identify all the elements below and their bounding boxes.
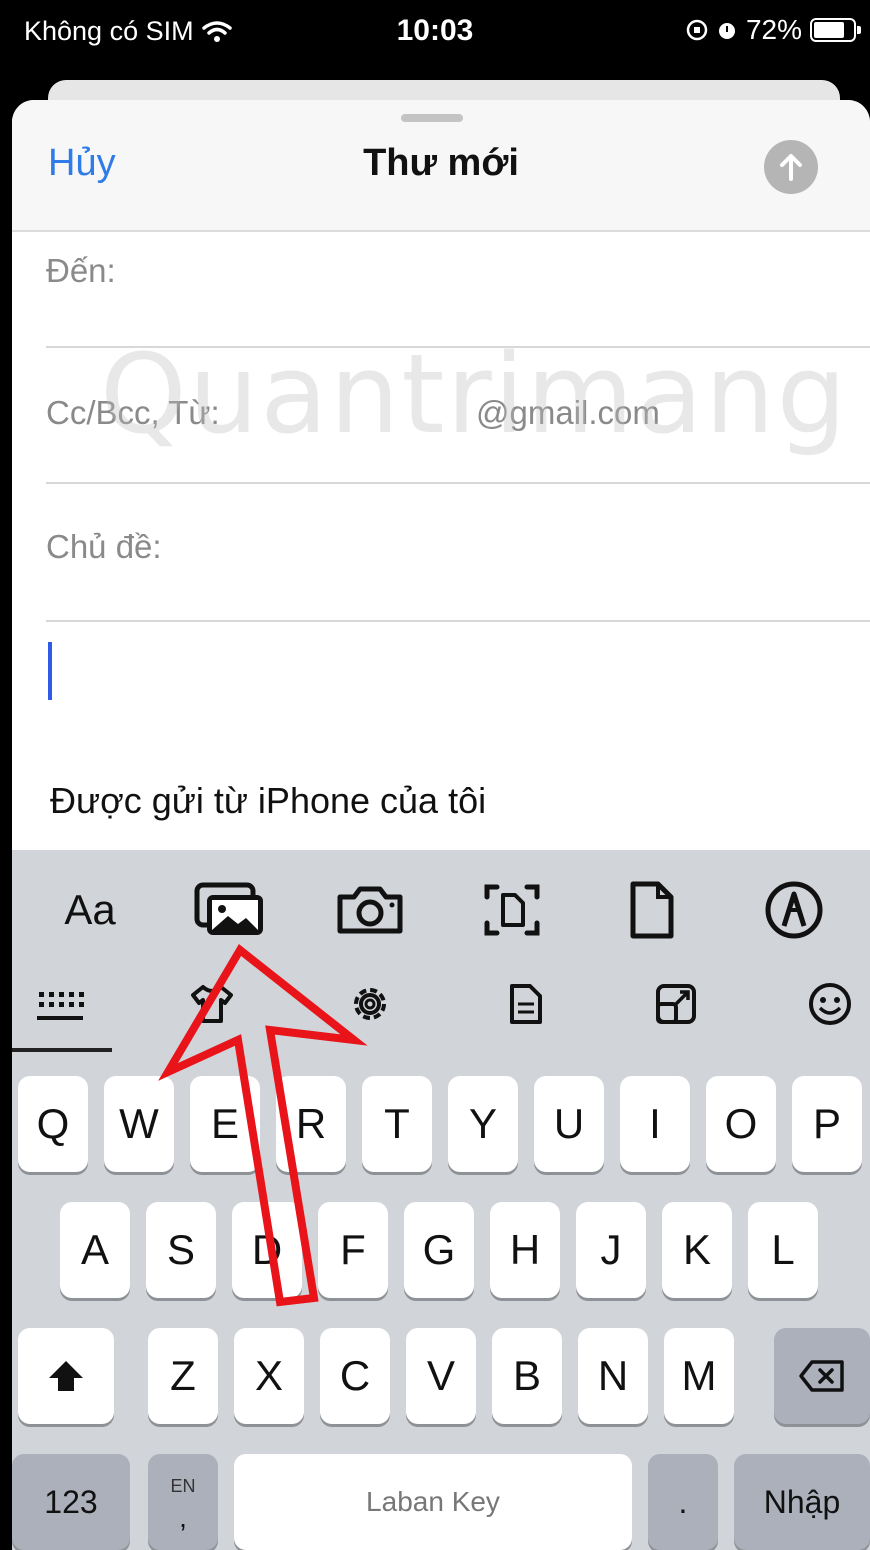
- to-field[interactable]: Đến:: [46, 232, 870, 348]
- page-title: Thư mới: [363, 142, 519, 184]
- markup-icon: [765, 881, 823, 939]
- key-w[interactable]: W: [104, 1076, 174, 1172]
- key-f[interactable]: F: [318, 1202, 388, 1298]
- emoji-icon: [809, 983, 851, 1025]
- status-bar: Không có SIM 10:03 72%: [0, 0, 870, 70]
- file-icon: [630, 881, 674, 939]
- send-button[interactable]: [764, 140, 818, 194]
- compose-header: Hủy Thư mới: [12, 100, 870, 232]
- numbers-key[interactable]: 123: [12, 1454, 130, 1550]
- key-d[interactable]: D: [232, 1202, 302, 1298]
- key-i[interactable]: I: [620, 1076, 690, 1172]
- emoji-tab[interactable]: [800, 974, 860, 1034]
- subject-field[interactable]: Chủ đề:: [46, 484, 870, 622]
- keyboard-area: Aa Q W E R T Y U I O P A S D F G H J K L…: [12, 850, 870, 1550]
- clipboard-tab[interactable]: [496, 974, 556, 1034]
- subject-label: Chủ đề:: [46, 528, 162, 565]
- message-body-signature[interactable]: Được gửi từ iPhone của tôi: [50, 780, 486, 822]
- key-t[interactable]: T: [362, 1076, 432, 1172]
- key-j[interactable]: J: [576, 1202, 646, 1298]
- to-label: Đến:: [46, 252, 116, 289]
- format-toolbar: Aa: [12, 850, 870, 965]
- space-label: Laban Key: [366, 1486, 500, 1517]
- key-h[interactable]: H: [490, 1202, 560, 1298]
- orientation-lock-icon: [686, 19, 708, 41]
- battery-icon: [810, 18, 861, 42]
- arrow-up-icon: [780, 154, 802, 181]
- key-x[interactable]: X: [234, 1328, 304, 1424]
- space-key[interactable]: Laban Key: [234, 1454, 632, 1550]
- backspace-icon: [799, 1360, 844, 1392]
- photo-library-icon: [194, 882, 263, 935]
- key-z[interactable]: Z: [148, 1328, 218, 1424]
- shift-key[interactable]: [18, 1328, 114, 1424]
- language-label: EN: [170, 1476, 196, 1496]
- theme-tab[interactable]: [182, 974, 242, 1034]
- key-b[interactable]: B: [492, 1328, 562, 1424]
- key-c[interactable]: C: [320, 1328, 390, 1424]
- text-format-button[interactable]: Aa: [50, 878, 130, 942]
- key-l[interactable]: L: [748, 1202, 818, 1298]
- from-address: @gmail.com: [476, 394, 660, 431]
- key-v[interactable]: V: [406, 1328, 476, 1424]
- cc-label: Cc/Bcc, Từ:: [46, 394, 220, 431]
- resize-icon: [656, 984, 696, 1024]
- text-cursor: [48, 642, 52, 700]
- markup-button[interactable]: [754, 878, 834, 942]
- return-key[interactable]: Nhập: [734, 1454, 870, 1550]
- settings-tab[interactable]: [340, 974, 400, 1034]
- period-key[interactable]: .: [648, 1454, 718, 1550]
- shirt-icon: [191, 985, 233, 1023]
- camera-icon: [337, 886, 403, 934]
- attach-file-button[interactable]: [612, 878, 692, 942]
- comma-key[interactable]: EN ,: [148, 1454, 218, 1550]
- key-k[interactable]: K: [662, 1202, 732, 1298]
- active-tab-indicator: [12, 1048, 112, 1052]
- resize-tab[interactable]: [646, 974, 706, 1034]
- key-n[interactable]: N: [578, 1328, 648, 1424]
- backspace-key[interactable]: [774, 1328, 870, 1424]
- key-r[interactable]: R: [276, 1076, 346, 1172]
- sheet-grabber[interactable]: [401, 114, 463, 122]
- shift-icon: [49, 1361, 83, 1391]
- key-p[interactable]: P: [792, 1076, 862, 1172]
- cc-bcc-field[interactable]: Cc/Bcc, Từ: @gmail.com: [46, 348, 870, 484]
- scan-document-icon: [484, 884, 540, 936]
- document-icon: [510, 984, 542, 1024]
- key-u[interactable]: U: [534, 1076, 604, 1172]
- alarm-icon: [718, 23, 735, 39]
- battery-percent: 72%: [745, 14, 802, 45]
- gear-icon: [354, 988, 386, 1020]
- keyboard-toolbar: [12, 968, 870, 1054]
- compose-sheet: Hủy Thư mới Đến: Cc/Bcc, Từ: @gmail.com …: [12, 100, 870, 860]
- key-m[interactable]: M: [664, 1328, 734, 1424]
- key-q[interactable]: Q: [18, 1076, 88, 1172]
- photo-library-button[interactable]: [190, 878, 270, 942]
- key-s[interactable]: S: [146, 1202, 216, 1298]
- comma-label: ,: [179, 1502, 187, 1533]
- key-e[interactable]: E: [190, 1076, 260, 1172]
- scan-document-button[interactable]: [472, 878, 552, 942]
- status-right: 72%: [686, 14, 861, 46]
- key-y[interactable]: Y: [448, 1076, 518, 1172]
- key-o[interactable]: O: [706, 1076, 776, 1172]
- key-a[interactable]: A: [60, 1202, 130, 1298]
- keyboard-icon: [37, 992, 84, 1020]
- camera-button[interactable]: [330, 878, 410, 942]
- keyboard-tab[interactable]: [30, 974, 90, 1034]
- key-g[interactable]: G: [404, 1202, 474, 1298]
